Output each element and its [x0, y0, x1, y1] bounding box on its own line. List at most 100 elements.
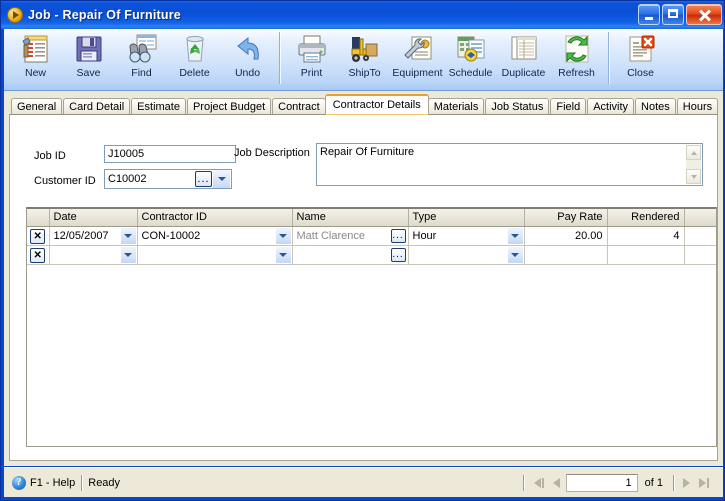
- table-row[interactable]: ✕ 12/05/2007 CON-10002 Matt Clarence ...…: [27, 226, 717, 246]
- scroll-down-icon[interactable]: [686, 169, 701, 184]
- cell-type[interactable]: [408, 245, 525, 265]
- toolbar-label: Refresh: [558, 67, 595, 79]
- contractor-details-panel: Job ID Customer ID C10002 ... Job Descri…: [9, 114, 718, 461]
- close-document-button[interactable]: Close: [614, 29, 667, 89]
- recycle-bin-icon: [185, 35, 204, 62]
- toolbar-label: Duplicate: [501, 67, 546, 79]
- calendar-clock-icon: [457, 36, 484, 62]
- delete-row-icon[interactable]: ✕: [30, 247, 46, 263]
- grid-header-total[interactable]: Total: [684, 209, 716, 227]
- toolbar-label: Undo: [234, 67, 261, 79]
- cell-rendered[interactable]: 4: [607, 226, 685, 246]
- grid-header-name[interactable]: Name: [292, 209, 409, 227]
- grid-table: Date Contractor ID Name Type Pay Rate Re…: [27, 209, 717, 265]
- type-dropdown-icon[interactable]: [507, 246, 523, 263]
- job-id-input[interactable]: [104, 145, 236, 163]
- new-button[interactable]: New: [9, 29, 62, 89]
- schedule-button[interactable]: Schedule: [444, 29, 497, 89]
- save-button[interactable]: Save: [62, 29, 115, 89]
- customer-id-dropdown-button[interactable]: [213, 170, 230, 188]
- job-description-textarea[interactable]: Repair Of Furniture: [316, 143, 703, 186]
- last-record-button[interactable]: [695, 474, 713, 491]
- customer-id-combobox[interactable]: C10002 ...: [104, 169, 232, 189]
- minimize-button[interactable]: [638, 4, 660, 25]
- job-description-scrollbar[interactable]: [686, 145, 701, 184]
- cell-contractor-id[interactable]: [137, 245, 293, 265]
- cell-name[interactable]: Matt Clarence ...: [292, 226, 409, 246]
- scroll-up-icon[interactable]: [686, 145, 701, 160]
- status-divider: [81, 474, 83, 491]
- nav-divider-left: [522, 474, 524, 491]
- contractor-id-dropdown-icon[interactable]: [275, 246, 291, 263]
- toolbar-label: Equipment: [392, 67, 443, 79]
- record-count-label: of 1: [644, 476, 663, 489]
- delete-row-icon[interactable]: ✕: [30, 228, 46, 244]
- row-delete-cell[interactable]: ✕: [27, 245, 50, 265]
- close-button[interactable]: [686, 4, 722, 25]
- help-panel[interactable]: ? F1 - Help: [12, 473, 75, 492]
- undo-arrow-icon: [236, 36, 259, 60]
- cell-total: 80.00: [684, 226, 717, 246]
- caption-button-group: [638, 4, 722, 25]
- title-bar: Job - Repair Of Furniture: [1, 1, 724, 29]
- grid-header-row: Date Contractor ID Name Type Pay Rate Re…: [27, 209, 716, 227]
- wrench-icon: [403, 36, 431, 60]
- cell-date[interactable]: 12/05/2007: [49, 226, 138, 246]
- cell-pay-rate-value: 20.00: [574, 229, 603, 242]
- cell-date-value: 12/05/2007: [53, 229, 109, 242]
- customer-id-lookup-button[interactable]: ...: [195, 171, 212, 187]
- first-record-button[interactable]: [530, 474, 548, 491]
- print-button[interactable]: Print: [285, 29, 338, 89]
- customer-id-label: Customer ID: [34, 175, 96, 187]
- name-lookup-icon[interactable]: ...: [390, 247, 406, 262]
- job-description-value: Repair Of Furniture: [320, 146, 415, 158]
- date-dropdown-icon[interactable]: [120, 227, 136, 244]
- duplicate-button[interactable]: Duplicate: [497, 29, 550, 89]
- shipto-button[interactable]: ShipTo: [338, 29, 391, 89]
- toolbar-label: Schedule: [448, 67, 493, 79]
- cell-pay-rate[interactable]: 20.00: [524, 226, 608, 246]
- cell-type[interactable]: Hour: [408, 226, 525, 246]
- undo-button[interactable]: Undo: [221, 29, 274, 89]
- cell-pay-rate[interactable]: [524, 245, 608, 265]
- grid-header-type[interactable]: Type: [408, 209, 525, 227]
- grid-header-contractor-id[interactable]: Contractor ID: [137, 209, 293, 227]
- binoculars-icon: [128, 34, 156, 63]
- tab-contractor-details[interactable]: Contractor Details: [324, 94, 429, 115]
- status-panel: Ready: [88, 473, 120, 492]
- contractor-id-dropdown-icon[interactable]: [275, 227, 291, 244]
- cell-rendered[interactable]: [607, 245, 685, 265]
- toolbar-label: Delete: [179, 67, 210, 79]
- main-toolbar: New Save Find Delete Undo Print ShipTo E…: [4, 29, 723, 91]
- cell-contractor-id[interactable]: CON-10002: [137, 226, 293, 246]
- table-row[interactable]: ✕ ...: [27, 245, 716, 265]
- refresh-button[interactable]: Refresh: [550, 29, 603, 89]
- next-record-button[interactable]: [677, 474, 695, 491]
- nav-divider-right: [673, 474, 674, 491]
- cell-name[interactable]: ...: [292, 245, 409, 265]
- toolbar-label: ShipTo: [348, 67, 381, 79]
- cell-date[interactable]: [49, 245, 138, 265]
- maximize-button[interactable]: [662, 4, 684, 25]
- application-window: Job - Repair Of Furniture New Save Find …: [0, 0, 725, 501]
- tab-strip: General Card Detail Estimate Project Bud…: [11, 94, 719, 116]
- delete-button[interactable]: Delete: [168, 29, 221, 89]
- toolbar-separator: [279, 32, 280, 84]
- type-dropdown-icon[interactable]: [507, 227, 523, 244]
- previous-record-button[interactable]: [548, 474, 566, 491]
- grid-header-rendered[interactable]: Rendered: [607, 209, 685, 227]
- find-button[interactable]: Find: [115, 29, 168, 89]
- toolbar-label: Save: [76, 67, 101, 79]
- cell-total-value: 80.00: [685, 230, 717, 242]
- name-lookup-icon[interactable]: ...: [390, 228, 406, 243]
- equipment-button[interactable]: Equipment: [391, 29, 444, 89]
- record-number-input[interactable]: [565, 473, 638, 492]
- new-document-icon: [21, 35, 47, 63]
- grid-header-date[interactable]: Date: [49, 209, 138, 227]
- date-dropdown-icon[interactable]: [120, 246, 136, 263]
- grid-header-pay-rate[interactable]: Pay Rate: [524, 209, 608, 227]
- toolbar-label: Close: [627, 67, 654, 79]
- printer-icon: [298, 35, 325, 63]
- cell-rendered-value: 4: [673, 229, 680, 242]
- row-delete-cell[interactable]: ✕: [27, 226, 50, 246]
